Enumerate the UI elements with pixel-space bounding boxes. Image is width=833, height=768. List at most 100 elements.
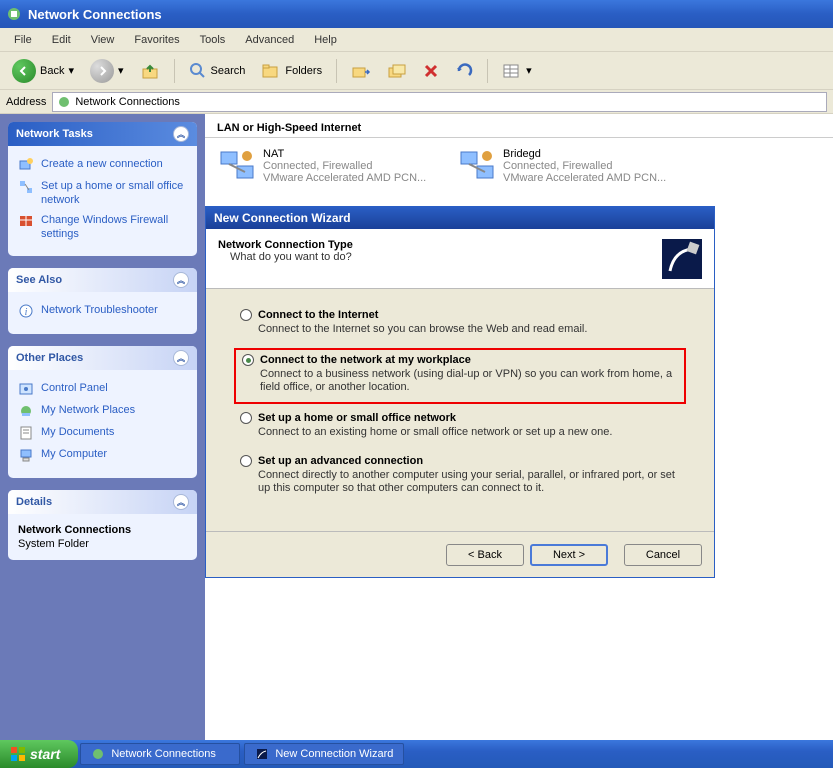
menu-favorites[interactable]: Favorites [124,31,189,49]
main-area: LAN or High-Speed Internet NAT Connected… [205,114,833,740]
link-label: My Computer [41,447,107,461]
other-places-header[interactable]: Other Places ︽ [8,346,197,370]
menu-file[interactable]: File [4,31,42,49]
network-tasks-panel: Network Tasks ︽ Create a new connection … [8,122,197,256]
forward-button[interactable]: ▾ [84,56,130,86]
taskbar-item[interactable]: New Connection Wizard [244,743,404,765]
connection-status: Connected, Firewalled [503,160,666,172]
folder-up-icon [140,61,160,81]
radio-icon[interactable] [240,455,252,467]
network-places-link[interactable]: My Network Places [18,400,187,422]
wizard-body: Connect to the Internet Connect to the I… [206,289,714,531]
option-home-network[interactable]: Set up a home or small office network Co… [234,408,686,447]
network-connections-icon [6,6,22,22]
address-input[interactable]: Network Connections [52,92,827,112]
sidebar: Network Tasks ︽ Create a new connection … [0,114,205,740]
forward-arrow-icon [90,59,114,83]
control-panel-link[interactable]: Control Panel [18,378,187,400]
menu-tools[interactable]: Tools [190,31,236,49]
folders-icon [261,62,281,80]
folders-button[interactable]: Folders [255,56,328,86]
undo-button[interactable] [449,56,479,86]
back-button[interactable]: Back ▾ [6,56,80,86]
radio-icon[interactable] [240,412,252,424]
collapse-icon[interactable]: ︽ [173,494,189,510]
details-panel: Details ︽ Network Connections System Fol… [8,490,197,560]
address-bar: Address Network Connections [0,90,833,114]
taskbar-item[interactable]: Network Connections [80,743,240,765]
taskbar: start Network Connections New Connection… [0,740,833,768]
delete-x-icon [423,63,439,79]
firewall-settings-link[interactable]: Change Windows Firewall settings [18,210,187,244]
toolbar-separator [487,59,488,83]
collapse-icon[interactable]: ︽ [173,126,189,142]
dropdown-arrow-icon: ▾ [68,64,74,77]
move-to-button[interactable] [345,56,377,86]
lan-connection-icon [217,148,257,188]
option-description: Connect to a business network (using dia… [260,368,678,394]
cancel-button[interactable]: Cancel [624,544,702,566]
next-button[interactable]: Next > [530,544,608,566]
wizard-footer: < Back Next > Cancel [206,531,714,577]
menu-edit[interactable]: Edit [42,31,81,49]
connection-item[interactable]: NAT Connected, Firewalled VMware Acceler… [217,148,437,188]
undo-icon [455,63,473,79]
wizard-header: Network Connection Type What do you want… [206,229,714,289]
wizard-header-text: Network Connection Type What do you want… [218,239,662,278]
collapse-icon[interactable]: ︽ [173,272,189,288]
connection-item[interactable]: Bridegd Connected, Firewalled VMware Acc… [457,148,677,188]
dropdown-arrow-icon: ▾ [118,64,124,77]
wizard-cable-icon [662,239,702,279]
my-computer-link[interactable]: My Computer [18,444,187,466]
wizard-head-title: Network Connection Type [218,239,662,251]
panel-title: Other Places [16,352,83,364]
start-label: start [30,746,60,762]
start-button[interactable]: start [0,740,78,768]
explorer-window: Network Connections File Edit View Favor… [0,0,833,740]
troubleshooter-link[interactable]: i Network Troubleshooter [18,300,187,322]
delete-button[interactable] [417,56,445,86]
panel-body: i Network Troubleshooter [8,292,197,334]
details-type: System Folder [18,538,187,550]
dropdown-arrow-icon: ▾ [526,64,532,77]
setup-network-link[interactable]: Set up a home or small office network [18,176,187,210]
firewall-icon [18,213,34,229]
views-button[interactable]: ▾ [496,56,538,86]
new-connection-wizard: New Connection Wizard Network Connection… [205,206,715,578]
windows-logo-icon [10,746,26,762]
my-documents-link[interactable]: My Documents [18,422,187,444]
link-label: Set up a home or small office network [41,179,187,207]
menu-advanced[interactable]: Advanced [235,31,304,49]
network-connections-icon [57,95,71,109]
toolbar-separator [174,59,175,83]
create-connection-link[interactable]: Create a new connection [18,154,187,176]
wizard-titlebar[interactable]: New Connection Wizard [206,207,714,229]
search-button[interactable]: Search [183,56,252,86]
network-connections-icon [91,747,105,761]
computer-icon [18,447,34,463]
radio-icon[interactable] [240,309,252,321]
connections-row: NAT Connected, Firewalled VMware Acceler… [205,138,833,198]
up-button[interactable] [134,56,166,86]
network-tasks-header[interactable]: Network Tasks ︽ [8,122,197,146]
panel-title: Details [16,496,52,508]
window-titlebar[interactable]: Network Connections [0,0,833,28]
menu-view[interactable]: View [81,31,125,49]
see-also-header[interactable]: See Also ︽ [8,268,197,292]
radio-icon[interactable] [242,354,254,366]
connection-device: VMware Accelerated AMD PCN... [263,172,426,184]
collapse-icon[interactable]: ︽ [173,350,189,366]
back-button[interactable]: < Back [446,544,524,566]
option-internet[interactable]: Connect to the Internet Connect to the I… [234,305,686,344]
option-advanced[interactable]: Set up an advanced connection Connect di… [234,451,686,503]
network-places-icon [18,403,34,419]
back-label: Back [40,65,64,77]
panel-body: Network Connections System Folder [8,514,197,560]
menu-help[interactable]: Help [304,31,347,49]
option-workplace[interactable]: Connect to the network at my workplace C… [234,348,686,404]
details-name: Network Connections [18,524,187,536]
toolbar-separator [336,59,337,83]
link-label: My Network Places [41,403,135,417]
copy-to-button[interactable] [381,56,413,86]
details-header[interactable]: Details ︽ [8,490,197,514]
